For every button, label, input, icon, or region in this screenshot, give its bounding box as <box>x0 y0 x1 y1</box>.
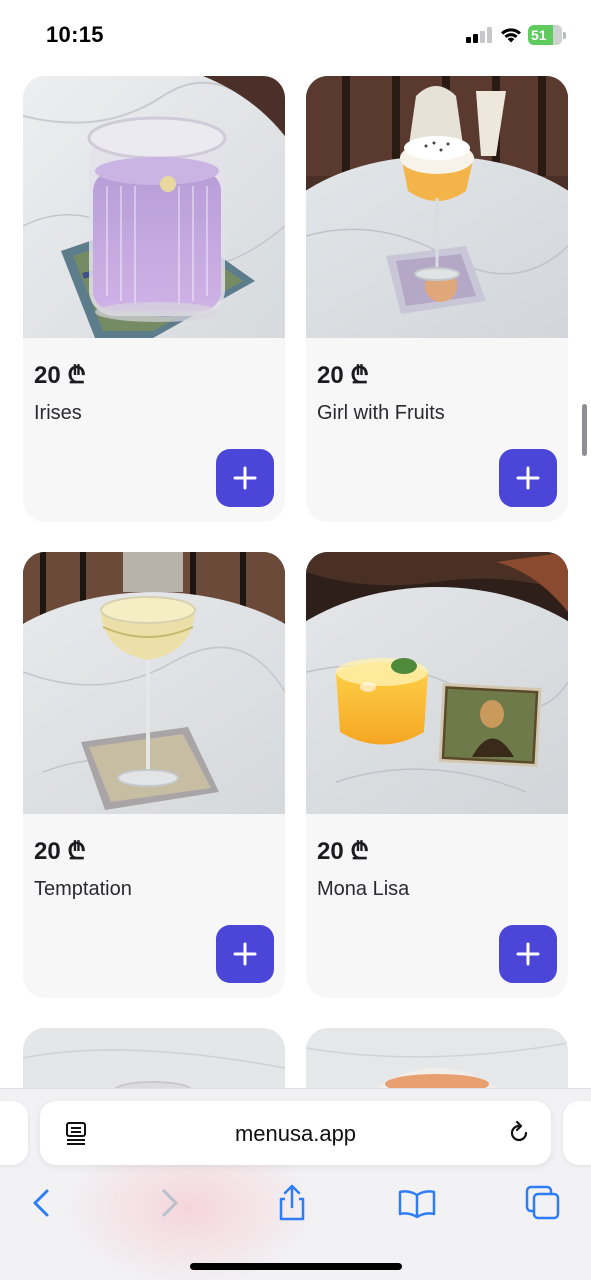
product-card[interactable]: 20 ₾ Irises <box>23 76 285 522</box>
foam-cocktail-photo[interactable] <box>306 76 568 338</box>
product-name: Temptation <box>34 878 132 900</box>
product-name: Mona Lisa <box>317 878 410 900</box>
previous-tab-preview[interactable] <box>0 1101 28 1165</box>
forward-icon[interactable] <box>149 1183 189 1223</box>
coupe-cocktail-photo[interactable] <box>23 552 285 814</box>
menu-page: 10:15 51 20 ₾ Irises 20 ₾ Girl with Frui… <box>0 0 591 1280</box>
status-bar: 10:15 51 <box>0 0 591 70</box>
add-to-cart-button[interactable] <box>499 925 557 983</box>
add-to-cart-button[interactable] <box>499 449 557 507</box>
share-icon[interactable] <box>272 1183 312 1223</box>
plus-icon <box>516 466 540 490</box>
wifi-icon <box>501 28 521 43</box>
address-bar[interactable]: menusa.app <box>40 1101 551 1165</box>
scroll-indicator[interactable] <box>582 404 587 456</box>
product-price: 20 ₾ <box>34 362 86 389</box>
next-tab-preview[interactable] <box>563 1101 591 1165</box>
cellular-signal-icon <box>466 27 492 43</box>
browser-bottom-bar: menusa.app <box>0 1088 591 1280</box>
url-text[interactable]: menusa.app <box>40 1121 551 1147</box>
product-name: Irises <box>34 402 82 424</box>
purple-cocktail-photo[interactable] <box>23 76 285 338</box>
battery-icon: 51 <box>528 25 566 45</box>
product-card[interactable]: 20 ₾ Temptation <box>23 552 285 998</box>
product-card[interactable]: 20 ₾ Girl with Fruits <box>306 76 568 522</box>
bookmarks-icon[interactable] <box>397 1183 437 1223</box>
product-price: 20 ₾ <box>34 838 86 865</box>
reload-icon[interactable] <box>506 1120 532 1146</box>
tabs-icon[interactable] <box>523 1183 563 1223</box>
add-to-cart-button[interactable] <box>216 449 274 507</box>
back-icon[interactable] <box>22 1183 62 1223</box>
product-name: Girl with Fruits <box>317 402 445 424</box>
plus-icon <box>516 942 540 966</box>
battery-level: 51 <box>531 27 547 43</box>
status-time: 10:15 <box>46 22 104 47</box>
plus-icon <box>233 942 257 966</box>
product-price: 20 ₾ <box>317 838 369 865</box>
product-price: 20 ₾ <box>317 362 369 389</box>
add-to-cart-button[interactable] <box>216 925 274 983</box>
plus-icon <box>233 466 257 490</box>
product-card[interactable]: 20 ₾ Mona Lisa <box>306 552 568 998</box>
home-indicator[interactable] <box>190 1263 402 1270</box>
orange-cocktail-photo[interactable] <box>306 552 568 814</box>
